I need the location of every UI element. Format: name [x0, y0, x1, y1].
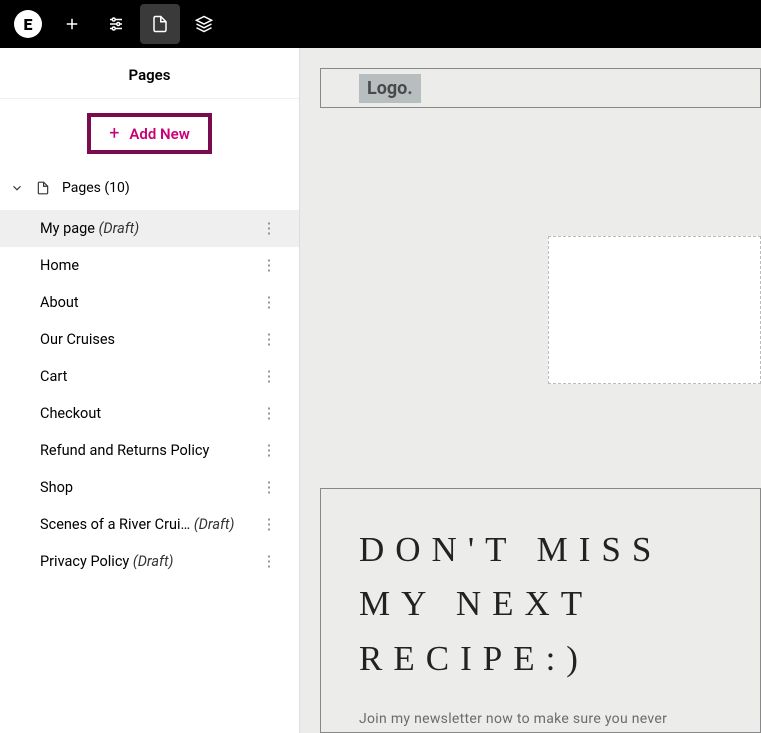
newsletter-headline[interactable]: Don't miss my next recipe:) [359, 523, 722, 686]
page-item-label: Checkout [40, 405, 259, 422]
sidebar-title: Pages [0, 48, 299, 99]
more-options-icon[interactable]: ⋮ [259, 479, 279, 496]
page-item[interactable]: Home ⋮ [0, 247, 299, 284]
more-options-icon[interactable]: ⋮ [259, 294, 279, 311]
page-item-label: Cart [40, 368, 259, 385]
more-options-icon[interactable]: ⋮ [259, 516, 279, 533]
pages-group-label: Pages (10) [62, 180, 130, 196]
more-options-icon[interactable]: ⋮ [259, 405, 279, 422]
draft-badge: (Draft) [133, 553, 174, 570]
page-item[interactable]: Our Cruises ⋮ [0, 321, 299, 358]
page-item-label: Home [40, 257, 259, 274]
page-item-label: About [40, 294, 259, 311]
more-options-icon[interactable]: ⋮ [259, 553, 279, 570]
document-icon [151, 15, 169, 33]
elementor-logo-icon: E [14, 10, 42, 38]
settings-icon [107, 15, 125, 33]
sidebar: Pages + Add New Pages (10) My page (Draf… [0, 48, 300, 733]
page-item-label: My page (Draft) [40, 220, 259, 237]
more-options-icon[interactable]: ⋮ [259, 257, 279, 274]
structure-button[interactable] [140, 4, 180, 44]
page-item[interactable]: Refund and Returns Policy ⋮ [0, 432, 299, 469]
add-element-button[interactable] [52, 4, 92, 44]
canvas: Logo. ‹ Don't miss my next recipe:) Join… [300, 48, 761, 733]
page-list: My page (Draft)⋮Home ⋮About ⋮Our Cruises… [0, 204, 299, 580]
add-new-label: Add New [129, 125, 189, 143]
page-item[interactable]: Privacy Policy (Draft)⋮ [0, 543, 299, 580]
add-new-highlight: + Add New [0, 99, 299, 172]
more-options-icon[interactable]: ⋮ [259, 220, 279, 237]
layers-icon [195, 15, 213, 33]
plus-icon [63, 15, 81, 33]
page-item-label: Scenes of a River Crui… (Draft) [40, 516, 259, 533]
pages-group-header[interactable]: Pages (10) [0, 172, 299, 204]
more-options-icon[interactable]: ⋮ [259, 442, 279, 459]
layers-button[interactable] [184, 4, 224, 44]
page-item-label: Refund and Returns Policy [40, 442, 259, 459]
page-item-label: Shop [40, 479, 259, 496]
page-item[interactable]: Cart ⋮ [0, 358, 299, 395]
header-container[interactable]: Logo. [320, 68, 761, 108]
empty-widget-placeholder[interactable] [548, 236, 761, 384]
topbar: E [0, 0, 761, 48]
settings-button[interactable] [96, 4, 136, 44]
main: Pages + Add New Pages (10) My page (Draf… [0, 48, 761, 733]
draft-badge: (Draft) [99, 220, 140, 237]
logo-placeholder[interactable]: Logo. [359, 74, 421, 103]
page-item[interactable]: Scenes of a River Crui… (Draft)⋮ [0, 506, 299, 543]
more-options-icon[interactable]: ⋮ [259, 331, 279, 348]
page-item-label: Privacy Policy (Draft) [40, 553, 259, 570]
page-item[interactable]: Checkout ⋮ [0, 395, 299, 432]
newsletter-subtext[interactable]: Join my newsletter now to make sure you … [359, 708, 679, 733]
page-item[interactable]: My page (Draft)⋮ [0, 210, 299, 247]
page-item[interactable]: About ⋮ [0, 284, 299, 321]
page-icon [36, 181, 50, 195]
draft-badge: (Draft) [194, 516, 235, 533]
page-item-label: Our Cruises [40, 331, 259, 348]
plus-icon: + [109, 123, 119, 144]
page-item[interactable]: Shop ⋮ [0, 469, 299, 506]
chevron-down-icon [10, 181, 24, 195]
add-new-button[interactable]: + Add New [87, 113, 212, 154]
more-options-icon[interactable]: ⋮ [259, 368, 279, 385]
elementor-logo-button[interactable]: E [8, 4, 48, 44]
newsletter-section[interactable]: Don't miss my next recipe:) Join my news… [320, 488, 761, 733]
